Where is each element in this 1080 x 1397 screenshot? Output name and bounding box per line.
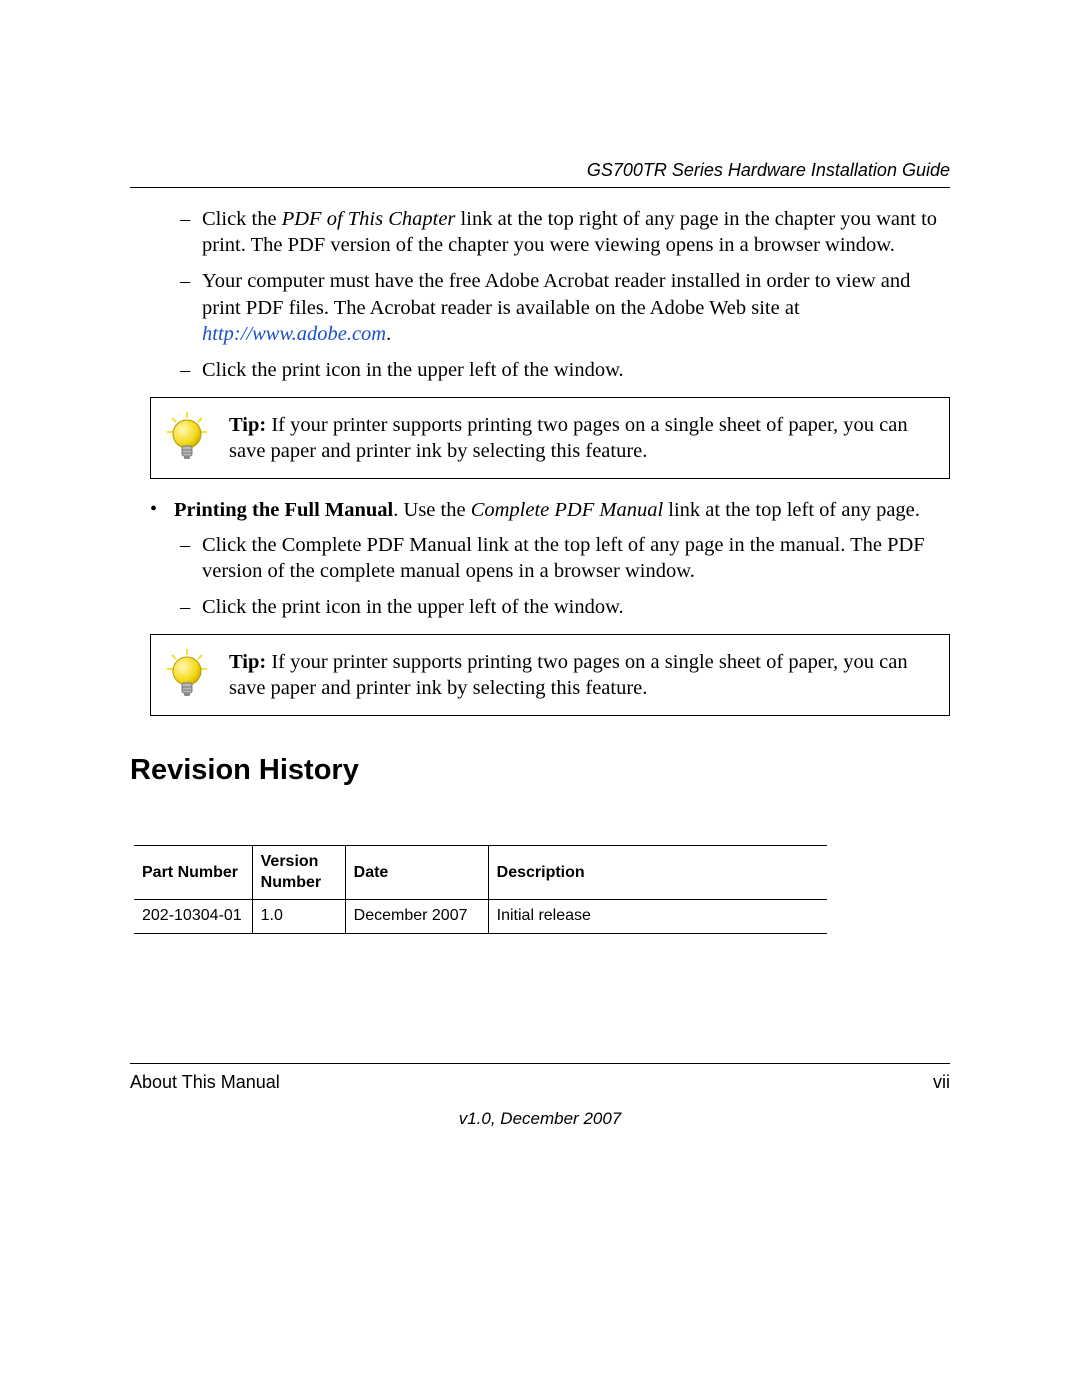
tip-box-1: Tip: If your printer supports printing t… (150, 397, 950, 479)
tip-label: Tip: (229, 651, 266, 673)
list-item: Click the print icon in the upper left o… (180, 357, 950, 383)
tip-text: Tip: If your printer supports printing t… (229, 649, 931, 701)
tip-body: If your printer supports printing two pa… (229, 651, 908, 699)
text-fragment: Click the (202, 208, 282, 230)
cell-part-number: 202-10304-01 (134, 900, 252, 933)
list-item: Click the Complete PDF Manual link at th… (180, 532, 950, 584)
text-fragment: . (386, 323, 391, 345)
bullet-list: Printing the Full Manual. Use the Comple… (130, 497, 950, 523)
cell-description: Initial release (488, 900, 827, 933)
tip-text: Tip: If your printer supports printing t… (229, 412, 931, 464)
col-description: Description (488, 846, 827, 900)
cell-version: 1.0 (252, 900, 345, 933)
table-row: 202-10304-01 1.0 December 2007 Initial r… (134, 900, 827, 933)
footer-page-number: vii (933, 1072, 950, 1093)
footer-rule (130, 1063, 950, 1064)
col-part-number: Part Number (134, 846, 252, 900)
footer-left: About This Manual (130, 1072, 280, 1093)
table-header-row: Part Number Version Number Date Descript… (134, 846, 827, 900)
text-fragment: . Use the (393, 499, 470, 521)
col-date: Date (345, 846, 488, 900)
list-item: Your computer must have the free Adobe A… (180, 268, 950, 347)
full-manual-bold: Printing the Full Manual (174, 499, 393, 521)
cell-date: December 2007 (345, 900, 488, 933)
revision-history-heading: Revision History (130, 752, 950, 789)
text-fragment: Click the print icon in the upper left o… (202, 359, 624, 381)
tip-box-2: Tip: If your printer supports printing t… (150, 634, 950, 716)
lightbulb-icon (163, 410, 211, 466)
col-version-number: Version Number (252, 846, 345, 900)
nested-list-2: Click the Complete PDF Manual link at th… (130, 532, 950, 621)
page-footer: About This Manual vii v1.0, December 200… (130, 1063, 950, 1129)
lightbulb-icon (163, 647, 211, 703)
text-fragment: Your computer must have the free Adobe A… (202, 270, 910, 318)
text-fragment: Click the Complete PDF Manual link at th… (202, 534, 925, 582)
nested-list-1: Click the PDF of This Chapter link at th… (130, 206, 950, 383)
body-content: Click the PDF of This Chapter link at th… (130, 206, 950, 934)
text-fragment: link at the top left of any page. (663, 499, 920, 521)
pdf-chapter-emphasis: PDF of This Chapter (282, 208, 456, 230)
list-item: Click the print icon in the upper left o… (180, 594, 950, 620)
list-item: Click the PDF of This Chapter link at th… (180, 206, 950, 258)
header-rule (130, 187, 950, 188)
tip-body: If your printer supports printing two pa… (229, 414, 908, 462)
adobe-link[interactable]: http://www.adobe.com (202, 323, 386, 345)
footer-version-date: v1.0, December 2007 (130, 1109, 950, 1129)
tip-label: Tip: (229, 414, 266, 436)
list-item: Printing the Full Manual. Use the Comple… (150, 497, 950, 523)
complete-pdf-emphasis: Complete PDF Manual (471, 499, 663, 521)
text-fragment: Click the print icon in the upper left o… (202, 596, 624, 618)
revision-history-table: Part Number Version Number Date Descript… (134, 845, 827, 933)
running-header: GS700TR Series Hardware Installation Gui… (130, 160, 950, 181)
